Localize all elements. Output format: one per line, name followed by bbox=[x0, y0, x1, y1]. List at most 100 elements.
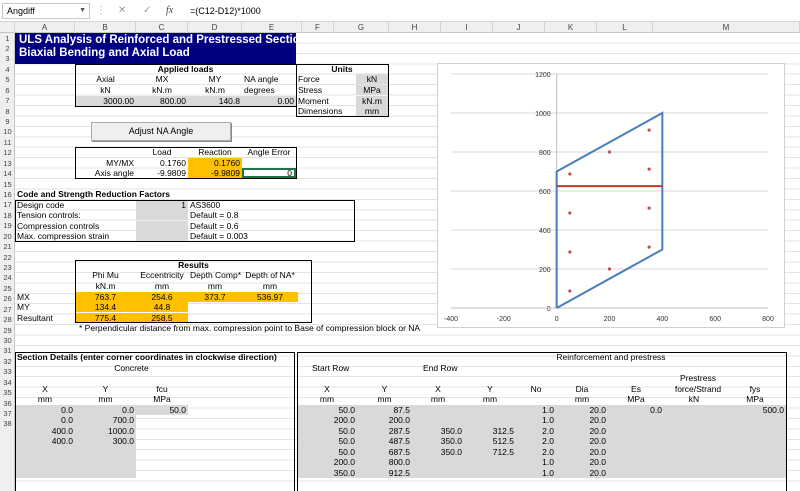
adjust-na-angle-button[interactable]: Adjust NA Angle bbox=[91, 122, 231, 141]
reinforcement-cell[interactable]: 20.0 bbox=[556, 405, 608, 416]
reinforcement-cell[interactable]: 912.5 bbox=[357, 467, 412, 478]
reinforcement-cell[interactable]: 687.5 bbox=[357, 446, 412, 458]
reinforcement-cell[interactable] bbox=[464, 467, 516, 478]
reinforcement-cell[interactable]: 1.0 bbox=[516, 457, 556, 468]
row-header[interactable]: 28 bbox=[0, 315, 15, 324]
row-header[interactable]: 22 bbox=[0, 253, 15, 262]
chevron-down-icon[interactable]: ▼ bbox=[79, 4, 86, 18]
reinforcement-cell[interactable]: 20.0 bbox=[556, 415, 608, 426]
reinforcement-cell[interactable] bbox=[724, 457, 786, 468]
concrete-cell[interactable]: 300.0 bbox=[75, 436, 136, 447]
concrete-cell[interactable] bbox=[15, 446, 75, 458]
reinforcement-cell[interactable] bbox=[412, 415, 464, 426]
row-header[interactable]: 12 bbox=[0, 148, 15, 157]
reinforcement-cell[interactable]: 2.0 bbox=[516, 446, 556, 458]
reinforcement-cell[interactable]: 0.0 bbox=[608, 405, 664, 416]
reinforcement-cell[interactable]: 2.0 bbox=[516, 425, 556, 437]
reinforcement-cell[interactable] bbox=[724, 425, 786, 437]
reinforcement-cell[interactable]: 312.5 bbox=[464, 425, 516, 437]
row-header[interactable]: 3 bbox=[0, 54, 15, 63]
reinforcement-cell[interactable] bbox=[412, 457, 464, 468]
reinforcement-cell[interactable]: 350.0 bbox=[412, 446, 464, 458]
row-header[interactable]: 4 bbox=[0, 65, 15, 74]
reinforcement-cell[interactable]: 50.0 bbox=[297, 436, 357, 447]
row-header[interactable]: 13 bbox=[0, 159, 15, 168]
reinforcement-cell[interactable] bbox=[664, 405, 724, 416]
reinforcement-cell[interactable] bbox=[608, 446, 664, 458]
reinforcement-cell[interactable]: 512.5 bbox=[464, 436, 516, 447]
row-header[interactable]: 10 bbox=[0, 127, 15, 136]
reinforcement-cell[interactable]: 200.0 bbox=[297, 457, 357, 468]
reinforcement-cell[interactable]: 800.0 bbox=[357, 457, 412, 468]
column-header[interactable]: G bbox=[334, 22, 389, 33]
column-header[interactable]: B bbox=[75, 22, 136, 33]
section-chart[interactable]: 0 200 400 600 800 1000 1200 -400 -200 0 200 400 600 8… bbox=[437, 63, 785, 328]
reinforcement-cell[interactable] bbox=[412, 467, 464, 478]
concrete-cell[interactable]: 0.0 bbox=[75, 405, 136, 416]
reinforcement-cell[interactable]: 50.0 bbox=[297, 425, 357, 437]
row-header[interactable]: 1 bbox=[0, 34, 15, 43]
reinforcement-cell[interactable] bbox=[664, 446, 724, 458]
reinforcement-cell[interactable] bbox=[608, 425, 664, 437]
reinforcement-cell[interactable]: 1.0 bbox=[516, 415, 556, 426]
row-header[interactable]: 19 bbox=[0, 221, 15, 230]
row-header[interactable]: 26 bbox=[0, 294, 15, 303]
concrete-cell[interactable] bbox=[136, 436, 188, 446]
row-header[interactable]: 37 bbox=[0, 409, 15, 418]
row-header[interactable]: 32 bbox=[0, 357, 15, 366]
row-header[interactable]: 6 bbox=[0, 86, 15, 95]
row-header[interactable]: 16 bbox=[0, 190, 15, 199]
concrete-cell[interactable]: 1000.0 bbox=[75, 425, 136, 437]
reinforcement-cell[interactable] bbox=[724, 415, 786, 426]
reinforcement-cell[interactable]: 1.0 bbox=[516, 405, 556, 416]
concrete-cell[interactable]: 0.0 bbox=[15, 415, 75, 426]
row-header[interactable]: 20 bbox=[0, 232, 15, 241]
name-box[interactable]: Angdiff ▼ bbox=[2, 3, 90, 19]
reinforcement-cell[interactable] bbox=[608, 415, 664, 426]
design-code-input[interactable]: 1 bbox=[136, 200, 188, 211]
compression-input[interactable] bbox=[136, 221, 188, 232]
row-header[interactable]: 29 bbox=[0, 326, 15, 335]
reinforcement-cell[interactable]: 20.0 bbox=[556, 446, 608, 458]
reinforcement-cell[interactable]: 487.5 bbox=[357, 436, 412, 447]
reinforcement-cell[interactable]: 2.0 bbox=[516, 436, 556, 447]
reinforcement-cell[interactable] bbox=[664, 415, 724, 426]
reinforcement-cell[interactable] bbox=[664, 467, 724, 478]
reinforcement-cell[interactable] bbox=[664, 425, 724, 437]
axial-input[interactable]: 3000.00 bbox=[75, 96, 136, 107]
row-header[interactable]: 35 bbox=[0, 388, 15, 397]
row-header[interactable]: 7 bbox=[0, 96, 15, 105]
column-header[interactable]: J bbox=[493, 22, 545, 33]
column-header[interactable]: K bbox=[545, 22, 597, 33]
row-header[interactable]: 15 bbox=[0, 180, 15, 189]
reinforcement-cell[interactable]: 50.0 bbox=[297, 405, 357, 416]
confirm-icon[interactable]: ✓ bbox=[143, 4, 151, 18]
reinforcement-cell[interactable] bbox=[664, 457, 724, 468]
concrete-cell[interactable] bbox=[75, 446, 136, 458]
reinforcement-cell[interactable] bbox=[608, 457, 664, 468]
my-input[interactable]: 140.8 bbox=[188, 96, 242, 107]
reinforcement-cell[interactable]: 712.5 bbox=[464, 446, 516, 458]
reinforcement-cell[interactable] bbox=[464, 415, 516, 426]
concrete-cell[interactable] bbox=[136, 447, 188, 457]
row-header[interactable]: 30 bbox=[0, 336, 15, 345]
reinforcement-cell[interactable]: 20.0 bbox=[556, 457, 608, 468]
concrete-cell[interactable]: 50.0 bbox=[136, 405, 188, 416]
reinforcement-cell[interactable] bbox=[412, 405, 464, 416]
reinforcement-cell[interactable] bbox=[724, 446, 786, 458]
concrete-cell[interactable] bbox=[75, 467, 136, 478]
strain-input[interactable] bbox=[136, 231, 188, 242]
tension-input[interactable] bbox=[136, 210, 188, 221]
column-header[interactable]: I bbox=[441, 22, 493, 33]
row-header[interactable]: 36 bbox=[0, 399, 15, 408]
row-header[interactable]: 9 bbox=[0, 117, 15, 126]
reinforcement-cell[interactable]: 20.0 bbox=[556, 436, 608, 447]
row-header[interactable]: 33 bbox=[0, 367, 15, 376]
row-header[interactable]: 38 bbox=[0, 419, 15, 428]
column-header[interactable]: C bbox=[136, 22, 188, 33]
reinforcement-cell[interactable]: 287.5 bbox=[357, 425, 412, 437]
row-header[interactable]: 8 bbox=[0, 107, 15, 116]
reinforcement-cell[interactable] bbox=[608, 467, 664, 478]
column-header[interactable]: M bbox=[653, 22, 800, 33]
column-header[interactable]: F bbox=[302, 22, 334, 33]
